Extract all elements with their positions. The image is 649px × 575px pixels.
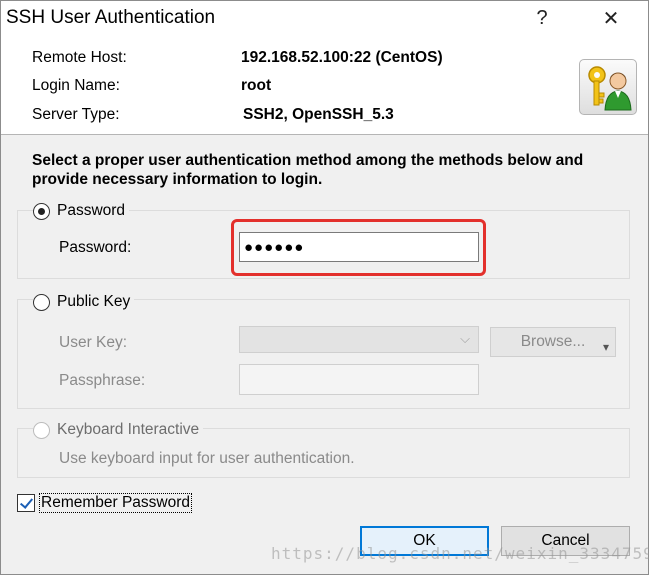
password-highlight-box: [231, 219, 486, 276]
login-name-label: Login Name:: [32, 77, 120, 94]
keyboard-interactive-radio-label: Keyboard Interactive: [57, 421, 200, 438]
ssh-auth-dialog: SSH User Authentication ? ✕ Remote Host:…: [0, 0, 649, 575]
title-bar: SSH User Authentication ? ✕: [1, 1, 648, 35]
dialog-title: SSH User Authentication: [6, 7, 216, 28]
remember-password-option[interactable]: Remember Password: [17, 493, 193, 513]
passphrase-label: Passphrase:: [59, 372, 146, 389]
remote-host-value: 192.168.52.100:22 (CentOS): [241, 49, 443, 66]
keyboard-interactive-radio[interactable]: [33, 421, 50, 439]
remember-password-label: Remember Password: [39, 493, 193, 513]
key-user-icon: [579, 59, 637, 115]
server-type-value: SSH2, OpenSSH_5.3: [243, 106, 394, 123]
watermark-text: https://blog.csdn.net/weixin_33347597: [271, 544, 649, 563]
login-name-value: root: [241, 77, 272, 94]
help-button[interactable]: ?: [519, 1, 565, 35]
keyboard-interactive-description: Use keyboard input for user authenticati…: [59, 450, 355, 467]
user-key-select[interactable]: ⌵: [239, 326, 479, 353]
password-field-label: Password:: [59, 239, 132, 256]
instructions-text: Select a proper user authentication meth…: [32, 152, 584, 188]
browse-button-label: Browse...: [520, 333, 586, 350]
public-key-radio-option[interactable]: Public Key: [33, 293, 135, 311]
server-type-label: Server Type:: [32, 106, 120, 123]
user-key-label: User Key:: [59, 334, 128, 351]
public-key-radio[interactable]: [33, 293, 50, 311]
remember-password-checkbox[interactable]: [17, 494, 35, 512]
dropdown-dot-icon: ▾: [602, 340, 609, 354]
password-radio-label: Password: [57, 202, 126, 219]
passphrase-input[interactable]: [239, 364, 479, 395]
public-key-radio-label: Public Key: [57, 293, 131, 310]
password-radio-option[interactable]: Password: [33, 202, 130, 220]
close-button[interactable]: ✕: [588, 1, 634, 35]
chevron-down-icon: ⌵: [460, 331, 470, 346]
connection-info: Remote Host: 192.168.52.100:22 (CentOS) …: [1, 35, 648, 135]
password-radio[interactable]: [33, 202, 50, 220]
browse-button[interactable]: Browse... ▾: [490, 327, 616, 357]
keyboard-interactive-radio-option[interactable]: Keyboard Interactive: [33, 421, 204, 439]
remote-host-label: Remote Host:: [32, 49, 127, 66]
